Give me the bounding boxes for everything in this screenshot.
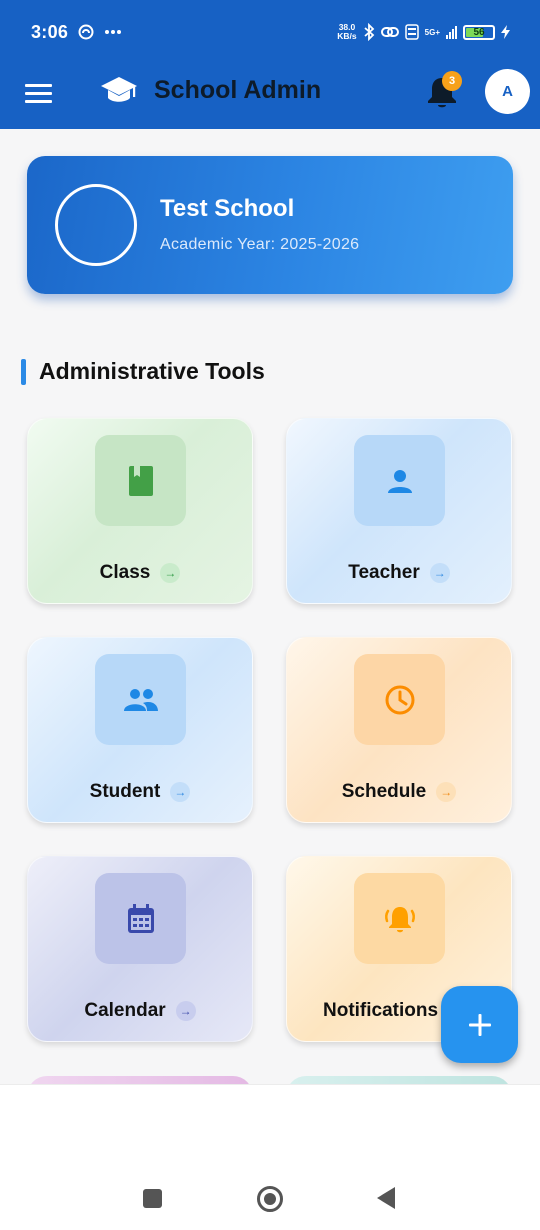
clock-icon <box>385 685 414 714</box>
tile-label-row: Calendar → <box>28 1000 252 1022</box>
tile-icon-box <box>354 435 445 526</box>
avatar[interactable]: A <box>485 69 530 114</box>
tile-label: Schedule <box>341 781 427 802</box>
tile-label: Teacher <box>348 562 420 583</box>
tile-label: Class <box>99 562 151 583</box>
tile-label-row: Student → <box>28 781 252 803</box>
tile-label: Student <box>89 781 161 802</box>
net-speed-unit: KB/s <box>337 31 357 41</box>
arrow-right-icon: → <box>160 563 181 583</box>
plus-icon <box>468 1013 491 1036</box>
section-accent-bar <box>21 359 26 385</box>
arrow-right-icon: → <box>436 782 457 802</box>
section-title: Administrative Tools <box>39 358 265 384</box>
arrow-right-icon: → <box>429 563 450 583</box>
battery-icon: 56 <box>463 24 495 40</box>
group-icon <box>123 688 158 711</box>
tile-icon-box <box>354 873 445 964</box>
add-fab-button[interactable] <box>441 986 518 1063</box>
link-icon <box>380 27 399 37</box>
arrow-right-icon: → <box>170 782 191 802</box>
tool-tile-schedule[interactable]: Schedule → <box>286 637 512 823</box>
bell-ring-icon <box>384 906 415 932</box>
notification-badge: 3 <box>442 71 462 91</box>
tile-label-row: Schedule → <box>287 781 511 803</box>
signal-icon <box>446 25 457 39</box>
menu-icon[interactable] <box>25 81 52 105</box>
calendar-icon <box>127 903 154 933</box>
more-dots-icon <box>105 30 122 34</box>
school-card: Test School Academic Year: 2025-2026 <box>27 156 513 294</box>
tile-label-row: Teacher → <box>287 562 511 584</box>
tool-tile-calendar[interactable]: Calendar → <box>27 856 253 1042</box>
tool-tile-class[interactable]: Class → <box>27 418 253 604</box>
tool-tile-student[interactable]: Student → <box>27 637 253 823</box>
tile-icon-box <box>95 654 186 745</box>
school-name: Test School <box>160 195 295 222</box>
tile-label: Calendar <box>84 1000 166 1021</box>
bluetooth-icon <box>364 23 374 41</box>
tile-icon-box <box>95 435 186 526</box>
person-icon <box>387 469 412 493</box>
tile-label: Notifications <box>323 1000 439 1021</box>
app-title: School Admin <box>154 76 322 104</box>
book-icon <box>128 465 153 496</box>
recents-button[interactable] <box>143 1189 162 1208</box>
arrow-right-icon: → <box>175 1001 196 1021</box>
volte-icon <box>404 24 419 40</box>
charging-icon <box>501 25 510 39</box>
network-type: 5G+ <box>424 27 440 37</box>
app-bar: School Admin 3 A <box>0 64 540 129</box>
net-speed: 38.0 KB/s <box>337 23 356 41</box>
status-left: 3:06 <box>31 22 122 43</box>
tile-label-row: Class → <box>28 562 252 584</box>
school-logo <box>55 184 137 266</box>
academic-year: Academic Year: 2025-2026 <box>160 236 360 253</box>
data-saver-icon <box>78 24 94 40</box>
status-bar: 3:06 38.0 KB/s 5G+ 56 <box>0 0 540 64</box>
status-right: 38.0 KB/s 5G+ 56 <box>337 23 510 41</box>
system-nav-bar <box>0 1084 540 1230</box>
back-button[interactable] <box>377 1187 395 1209</box>
tile-icon-box <box>95 873 186 964</box>
graduation-cap-icon <box>101 77 137 102</box>
tile-icon-box <box>354 654 445 745</box>
status-time: 3:06 <box>31 21 69 42</box>
home-button[interactable] <box>257 1186 283 1212</box>
battery-level: 56 <box>473 26 485 38</box>
tool-tile-teacher[interactable]: Teacher → <box>286 418 512 604</box>
